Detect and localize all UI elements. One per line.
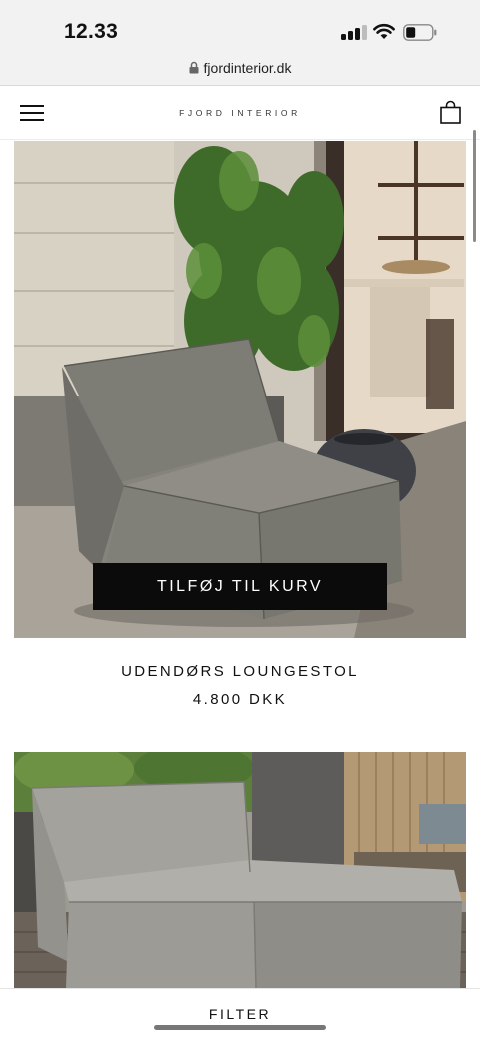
lock-icon [189, 61, 199, 74]
product-image[interactable] [14, 752, 466, 988]
filter-button[interactable]: FILTER [0, 1006, 480, 1022]
site-header: FJORD INTERIOR [0, 86, 480, 140]
url-display[interactable]: fjordinterior.dk [0, 60, 480, 76]
wifi-icon [373, 23, 395, 39]
status-bar: 12.33 [0, 0, 480, 54]
product-price: 4.800 DKK [192, 691, 288, 708]
product-name[interactable]: UDENDØRS LOUNGESTOL [0, 663, 480, 680]
cart-icon[interactable] [440, 100, 461, 124]
filter-bar: FILTER [0, 988, 480, 1041]
url-text: fjordinterior.dk [203, 60, 292, 76]
battery-icon [403, 24, 437, 41]
scroll-indicator[interactable] [473, 130, 476, 242]
status-time: 12.33 [64, 20, 119, 43]
signal-icon [341, 24, 367, 40]
product-image[interactable]: TILFØJ TIL KURV [14, 141, 466, 638]
add-to-cart-button[interactable]: TILFØJ TIL KURV [93, 563, 387, 610]
browser-url-bar[interactable]: fjordinterior.dk [0, 54, 480, 86]
home-indicator[interactable] [154, 1025, 326, 1030]
brand-logo[interactable]: FJORD INTERIOR [0, 108, 480, 118]
product-photo-lounge-module [14, 752, 466, 988]
